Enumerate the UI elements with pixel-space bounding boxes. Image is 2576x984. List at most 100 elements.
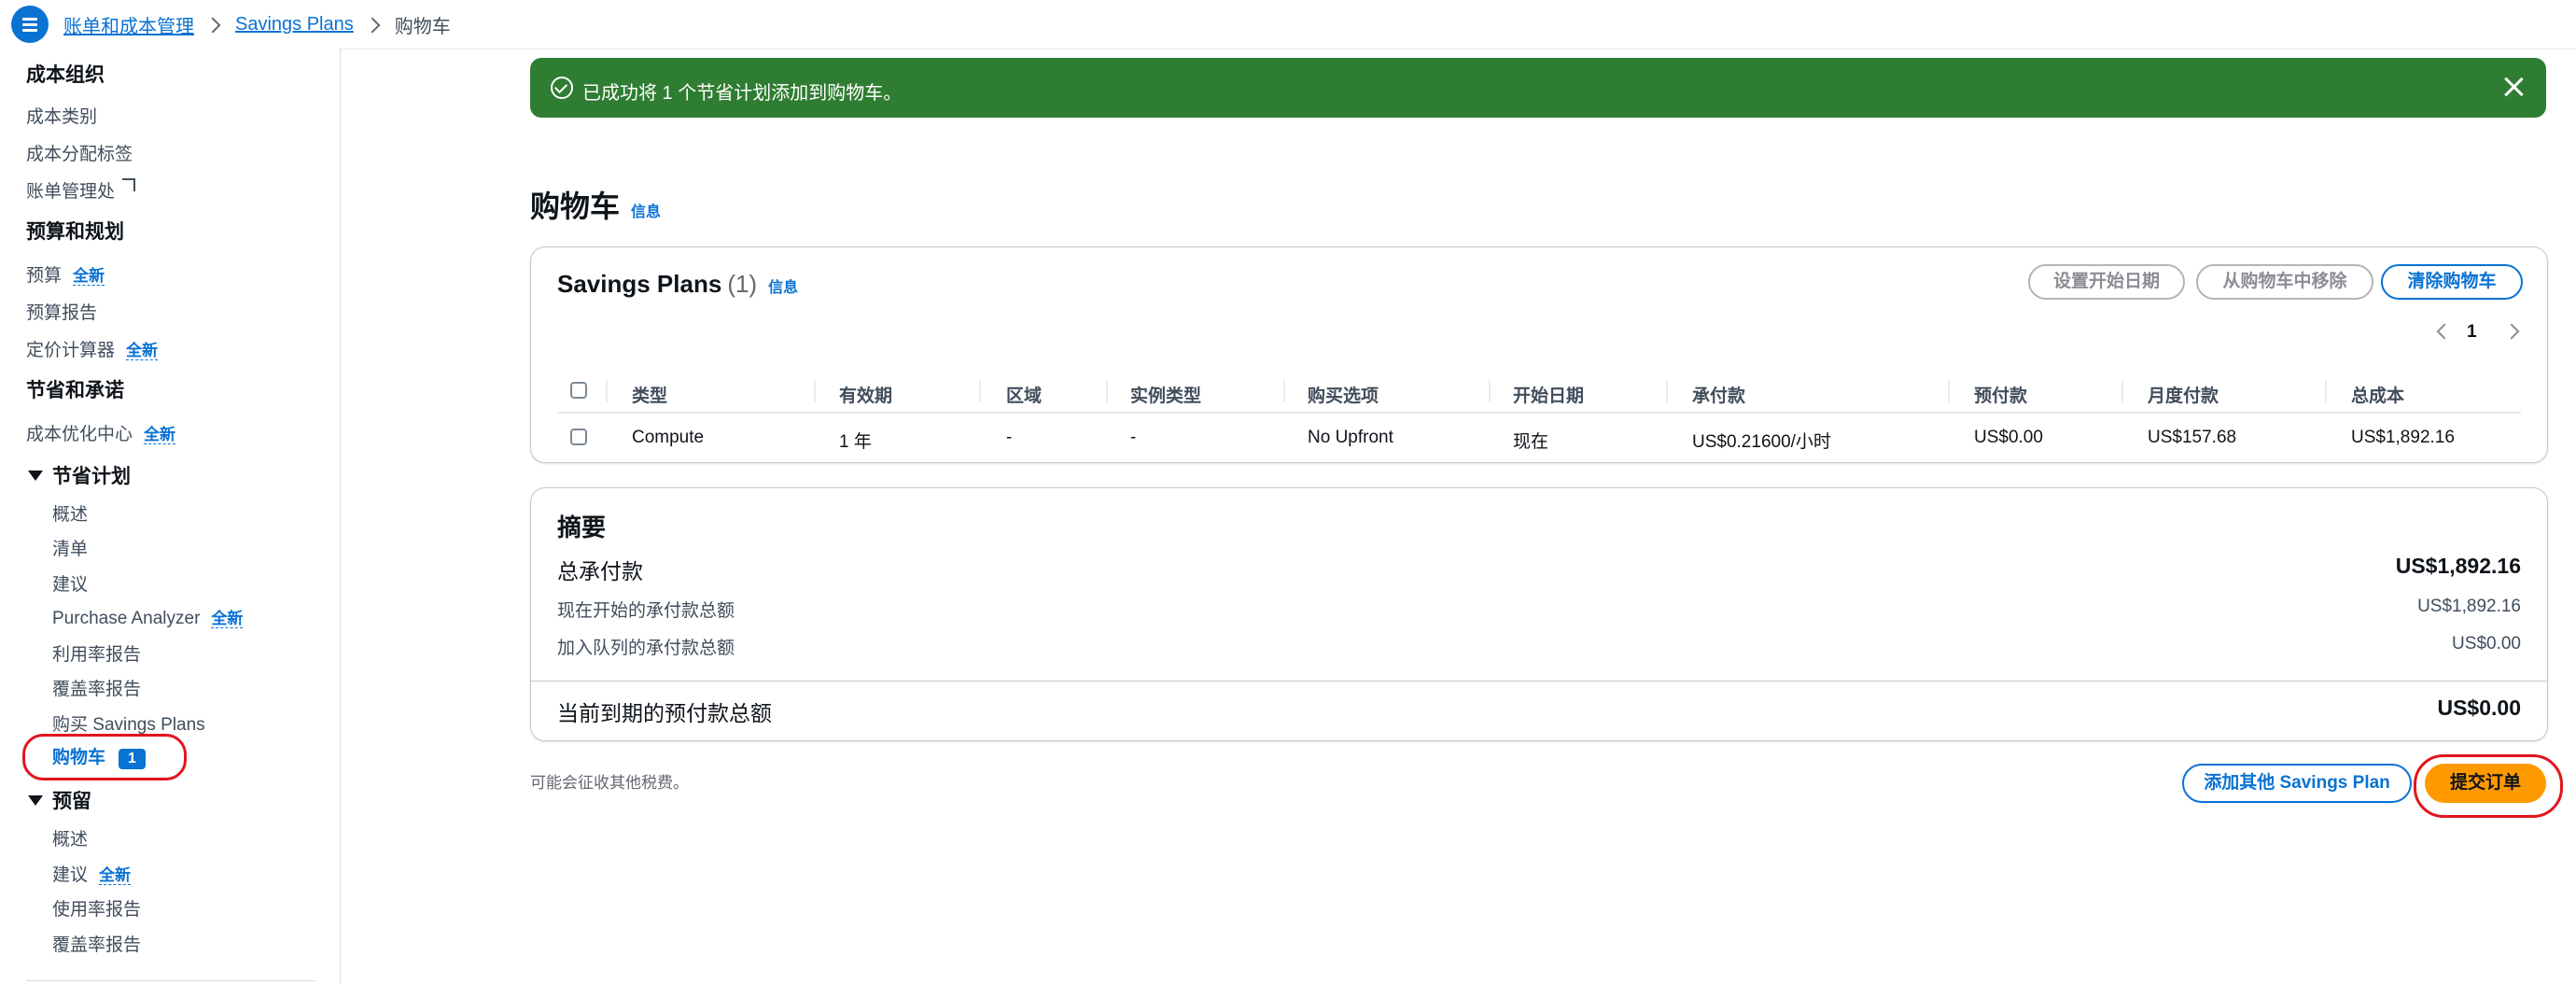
sidebar-item-sp-recommendations[interactable]: 建议: [52, 570, 88, 596]
cell-region: -: [1006, 428, 1013, 447]
column-divider: [1666, 380, 1668, 402]
sidebar-item-sp-inventory[interactable]: 清单: [52, 535, 88, 560]
breadcrumb-billing[interactable]: 账单和成本管理: [63, 11, 194, 38]
sidebar-item-label: 预算: [26, 266, 63, 286]
col-upfront[interactable]: 预付款: [1974, 382, 2027, 407]
cell-monthly: US$157.68: [2148, 428, 2237, 447]
sidebar-item-billing-conductor[interactable]: 账单管理处: [26, 177, 136, 203]
top-bar: 账单和成本管理 Savings Plans 购物车: [0, 0, 2576, 49]
col-total[interactable]: 总成本: [2351, 382, 2404, 407]
sidebar-item-budget-reports[interactable]: 预算报告: [26, 299, 97, 324]
due-upfront-row: 当前到期的预付款总额 US$0.00: [557, 696, 2521, 727]
sidebar-heading-savings: 节省和承诺: [26, 380, 124, 401]
sidebar-item-ri-coverage[interactable]: 覆盖率报告: [52, 931, 141, 956]
clear-cart-button[interactable]: 清除购物车: [2381, 264, 2523, 300]
column-divider: [1948, 380, 1950, 402]
sidebar-item-label: 账单管理处: [26, 182, 116, 202]
summary-divider: [531, 681, 2547, 682]
due-upfront-value: US$0.00: [2437, 696, 2521, 720]
sidebar-item-pricing-calculator[interactable]: 定价计算器 全新: [26, 336, 159, 361]
total-commitment-row: 总承付款 US$1,892.16: [557, 554, 2521, 585]
table-header: 类型 有效期 区域 实例类型 购买选项 开始日期 承付款 预付款 月度付款 总成…: [557, 371, 2521, 414]
total-commitment-value: US$1,892.16: [2395, 554, 2521, 578]
chevron-right-icon[interactable]: [2503, 323, 2520, 340]
select-all-checkbox[interactable]: [570, 382, 587, 399]
column-divider: [1283, 380, 1285, 402]
sidebar-item-sp-overview[interactable]: 概述: [52, 500, 88, 526]
cell-purchase-option: No Upfront: [1308, 428, 1393, 447]
cell-commitment: US$0.21600/小时: [1692, 432, 1831, 452]
column-divider: [1106, 380, 1108, 402]
cell-start-date: 现在: [1513, 432, 1549, 452]
new-badge: 全新: [73, 267, 105, 286]
queued-commitment-label: 加入队列的承付款总额: [557, 639, 735, 658]
close-icon[interactable]: [2501, 75, 2526, 99]
cart-card-title-text: Savings Plans: [557, 270, 722, 298]
sidebar-item-label: Purchase Analyzer: [52, 609, 201, 628]
col-instance-type[interactable]: 实例类型: [1130, 382, 1201, 407]
col-purchase-option[interactable]: 购买选项: [1308, 382, 1379, 407]
sidebar-item-cost-tags[interactable]: 成本分配标签: [26, 140, 133, 165]
sidebar-item-ri-recommendations[interactable]: 建议 全新: [52, 861, 132, 886]
cell-instance-type: -: [1130, 428, 1137, 447]
cart-card-title: Savings Plans (1) 信息: [557, 270, 798, 299]
highlight-circle-cart: [22, 734, 187, 780]
page-title-text: 购物车: [530, 190, 621, 223]
sidebar-heading-cost-org: 成本组织: [26, 64, 105, 86]
sidebar-item-ri-utilization[interactable]: 使用率报告: [52, 895, 141, 921]
sidebar-item-ri-overview[interactable]: 概述: [52, 825, 88, 850]
sidebar-divider: [26, 980, 315, 981]
column-divider: [979, 380, 981, 402]
chevron-right-icon: [364, 17, 381, 33]
cell-type: Compute: [632, 428, 705, 447]
sidebar-section-reservations[interactable]: 预留: [28, 786, 91, 814]
sidebar-item-utilization-report[interactable]: 利用率报告: [52, 640, 141, 666]
cart-count: (1): [727, 270, 758, 298]
column-divider: [1489, 380, 1491, 402]
add-savings-plan-button[interactable]: 添加其他 Savings Plan: [2182, 764, 2412, 803]
col-term[interactable]: 有效期: [839, 382, 892, 407]
sidebar-section-savings-plans[interactable]: 节省计划: [28, 461, 131, 489]
col-commitment[interactable]: 承付款: [1692, 382, 1745, 407]
sidebar-item-cost-optimization-hub[interactable]: 成本优化中心 全新: [26, 420, 176, 445]
row-checkbox[interactable]: [570, 429, 587, 445]
cell-upfront: US$0.00: [1974, 428, 2043, 447]
col-start-date[interactable]: 开始日期: [1513, 382, 1584, 407]
set-start-date-button[interactable]: 设置开始日期: [2028, 264, 2185, 300]
col-region[interactable]: 区域: [1006, 382, 1042, 407]
sidebar-item-cost-categories[interactable]: 成本类别: [26, 103, 97, 128]
info-link[interactable]: 信息: [631, 204, 661, 220]
info-link[interactable]: 信息: [768, 280, 798, 296]
queued-commitment-value: US$0.00: [2452, 634, 2521, 654]
new-badge: 全新: [144, 426, 176, 444]
sidebar-item-purchase-analyzer[interactable]: Purchase Analyzer 全新: [52, 605, 244, 629]
breadcrumb-savings-plans[interactable]: Savings Plans: [235, 14, 354, 35]
new-badge: 全新: [126, 342, 159, 360]
check-circle-icon: [551, 77, 573, 99]
sidebar-heading-budget: 预算和规划: [26, 221, 124, 243]
col-type[interactable]: 类型: [632, 382, 667, 407]
col-monthly[interactable]: 月度付款: [2148, 382, 2219, 407]
sidebar-item-label: 成本优化中心: [26, 425, 133, 444]
breadcrumb: 账单和成本管理 Savings Plans 购物车: [63, 11, 451, 38]
chevron-left-icon[interactable]: [2436, 323, 2453, 340]
chevron-right-icon: [204, 17, 221, 33]
now-commitment-value: US$1,892.16: [2417, 597, 2521, 616]
menu-icon[interactable]: [11, 6, 49, 43]
cart-table: 类型 有效期 区域 实例类型 购买选项 开始日期 承付款 预付款 月度付款 总成…: [557, 371, 2521, 462]
sidebar-item-purchase-savings-plans[interactable]: 购买 Savings Plans: [52, 710, 205, 736]
remove-from-cart-button[interactable]: 从购物车中移除: [2196, 264, 2373, 300]
sidebar-section-label: 节省计划: [52, 466, 131, 487]
now-commitment-row: 现在开始的承付款总额 US$1,892.16: [557, 597, 2521, 622]
sidebar-item-label: 定价计算器: [26, 341, 116, 360]
sidebar-item-coverage-report[interactable]: 覆盖率报告: [52, 675, 141, 700]
cell-term: 1 年: [839, 432, 872, 452]
caret-down-icon: [28, 470, 43, 481]
tax-note: 可能会征收其他税费。: [530, 774, 689, 792]
sidebar-item-budgets[interactable]: 预算 全新: [26, 261, 105, 287]
sidebar-section-label: 预留: [52, 791, 91, 812]
success-flash: 已成功将 1 个节省计划添加到购物车。: [530, 58, 2546, 118]
caret-down-icon: [28, 794, 43, 806]
table-row: Compute 1 年 - - No Upfront 现在 US$0.21600…: [557, 414, 2521, 462]
page-number[interactable]: 1: [2467, 322, 2477, 343]
